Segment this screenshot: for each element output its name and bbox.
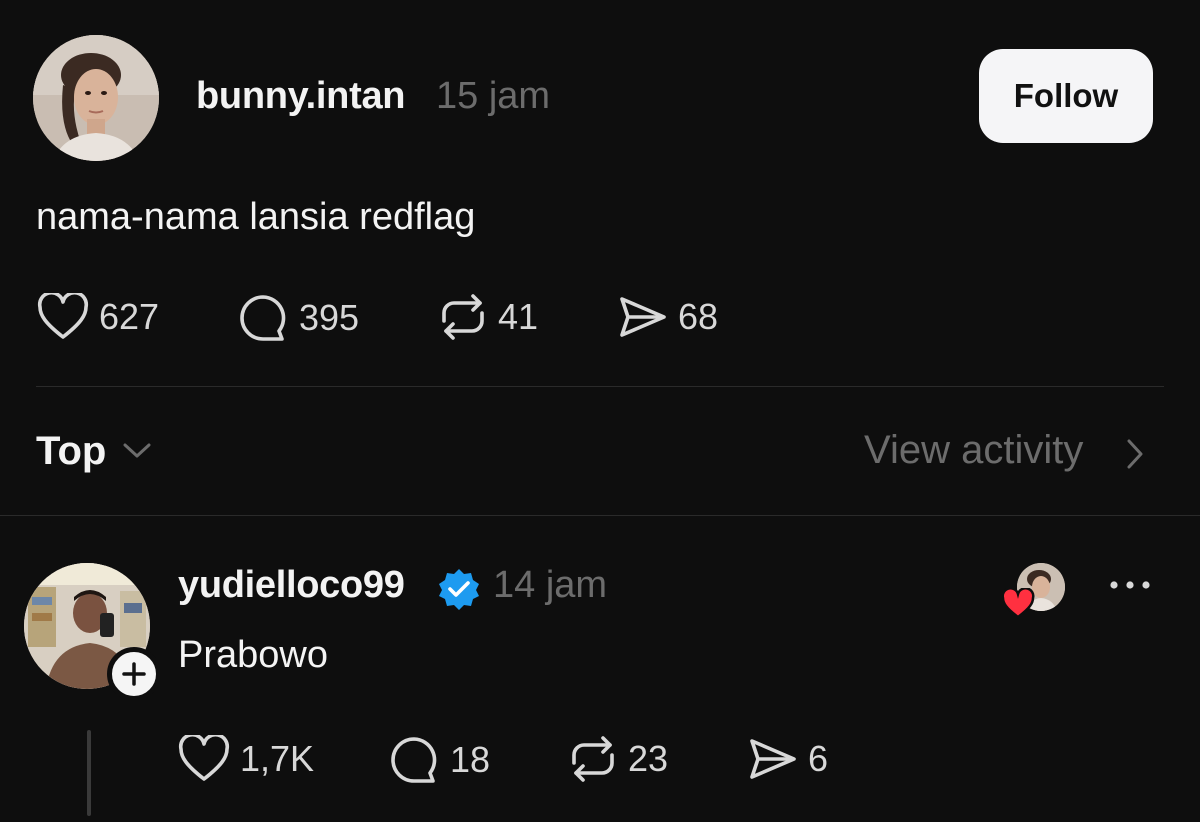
chevron-down-icon[interactable]	[121, 441, 153, 461]
reply-author-name[interactable]: yudielloco99	[178, 564, 405, 607]
send-icon	[620, 297, 666, 337]
post-divider	[36, 386, 1164, 387]
post-share-count: 68	[678, 296, 719, 337]
post-like-button[interactable]: 627	[37, 293, 159, 341]
post-author-name[interactable]: bunny.intan	[196, 75, 406, 118]
post-repost-count: 41	[498, 296, 539, 337]
liked-heart-icon	[1001, 588, 1035, 619]
plus-icon	[122, 662, 146, 686]
post-reply-button[interactable]: 395	[237, 293, 359, 343]
follow-plus-button[interactable]	[107, 647, 161, 701]
sort-divider	[0, 515, 1200, 516]
thread-view: bunny.intan 15 jam Follow nama-nama lans…	[0, 0, 1200, 822]
chevron-right-icon[interactable]	[1124, 437, 1146, 471]
reply-body-text: Prabowo	[178, 634, 328, 676]
sort-dropdown-label[interactable]: Top	[36, 429, 106, 474]
heart-icon	[37, 293, 89, 339]
reply-reply-button[interactable]: 18	[388, 735, 490, 785]
reply-share-button[interactable]: 6	[748, 735, 828, 783]
thread-connector-line	[87, 730, 91, 816]
post-repost-button[interactable]: 41	[438, 293, 538, 341]
repost-icon	[442, 294, 484, 340]
verified-badge-icon	[439, 569, 479, 610]
reply-timestamp: 14 jam	[493, 564, 608, 606]
heart-icon	[178, 735, 230, 781]
view-activity-link[interactable]: View activity	[864, 428, 1083, 473]
post-body-text: nama-nama lansia redflag	[36, 196, 476, 238]
reply-like-count: 1,7K	[240, 738, 315, 779]
reply-repost-button[interactable]: 23	[568, 735, 668, 783]
send-icon	[750, 739, 796, 779]
post-author-avatar[interactable]	[33, 35, 159, 161]
comment-bubble-icon	[391, 737, 437, 783]
reply-reply-count: 18	[450, 739, 491, 780]
comment-bubble-icon	[240, 295, 286, 341]
post-reply-count: 395	[299, 297, 360, 338]
more-dots-icon[interactable]	[1108, 578, 1152, 592]
reply-share-count: 6	[808, 738, 829, 779]
reply-like-button[interactable]: 1,7K	[178, 735, 314, 783]
reply-repost-count: 23	[628, 738, 669, 779]
follow-button[interactable]: Follow	[979, 49, 1153, 143]
post-share-button[interactable]: 68	[618, 293, 718, 341]
repost-icon	[572, 736, 614, 782]
post-like-count: 627	[99, 296, 160, 337]
post-timestamp: 15 jam	[436, 75, 551, 117]
